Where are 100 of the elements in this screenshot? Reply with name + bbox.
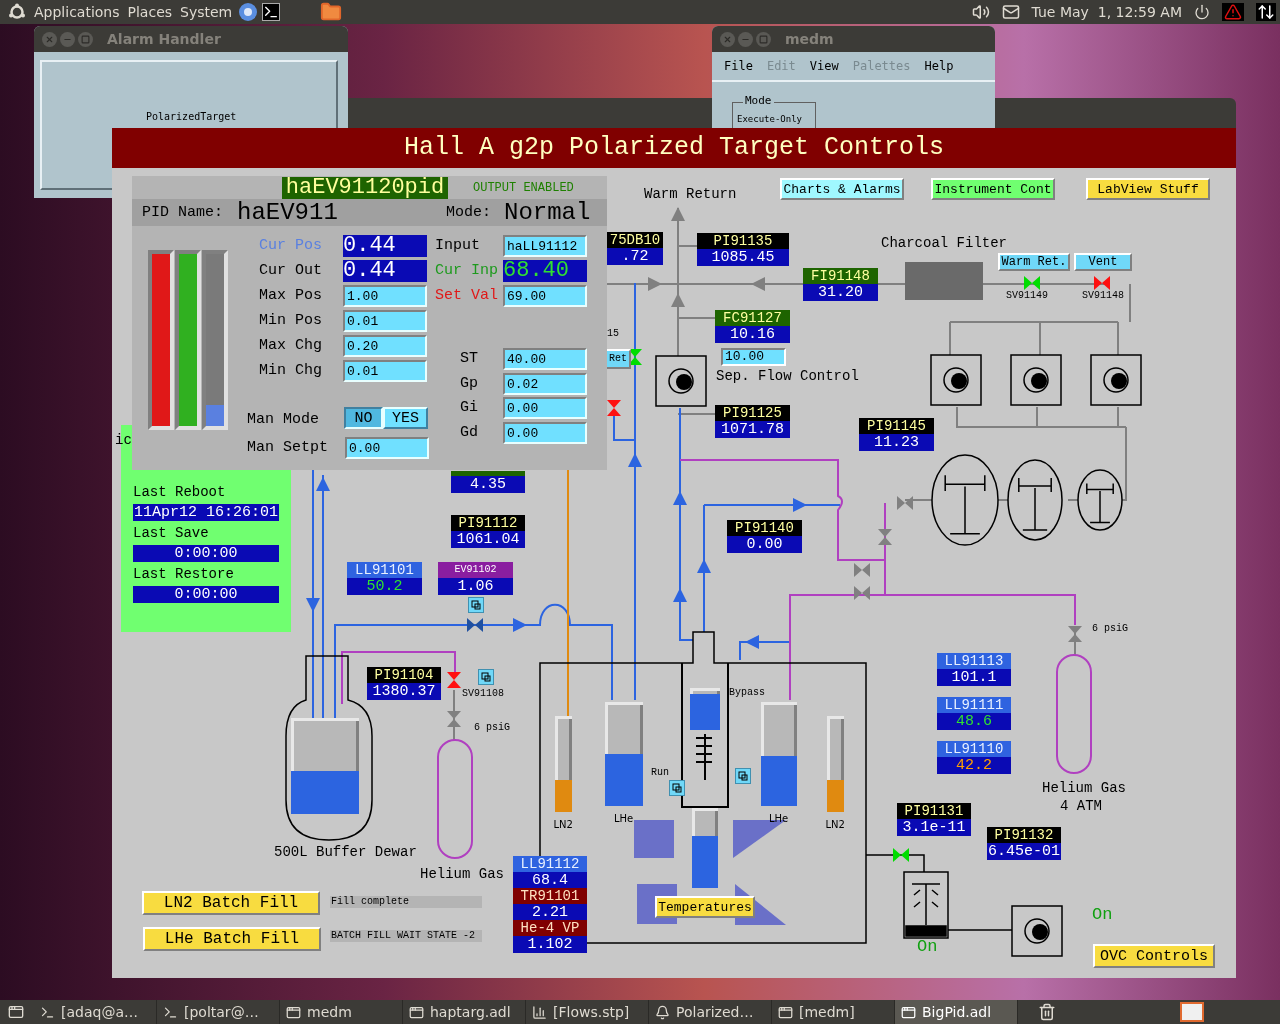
flow-arrow: [648, 277, 662, 291]
tag-label: PI91112: [451, 515, 525, 531]
bell-icon: [655, 1004, 670, 1020]
taskbar-button[interactable]: BigPid.adl: [895, 1000, 1018, 1024]
value-field[interactable]: 69.00: [503, 285, 587, 307]
mode-value: Normal: [504, 201, 591, 225]
toggle-icon[interactable]: [669, 780, 685, 796]
mail-icon[interactable]: [1001, 3, 1020, 21]
clock[interactable]: Tue May 1, 12:59 AM: [1031, 1, 1182, 23]
diagram-label: Bypass: [729, 688, 765, 698]
pid-name-label: PID Name:: [142, 205, 223, 220]
tag-label: LL91111: [937, 697, 1011, 713]
readout-value: 42.2: [937, 757, 1011, 774]
value-field[interactable]: 0.01: [343, 360, 427, 382]
value-field[interactable]: 0.20: [343, 335, 427, 357]
diagram-label: Charcoal Filter: [881, 236, 1008, 250]
panel-menu[interactable]: System: [180, 1, 233, 23]
action-button[interactable]: Vent: [1074, 253, 1132, 271]
mode-toggle-button[interactable]: NO: [344, 407, 383, 429]
action-button[interactable]: LN2 Batch Fill: [142, 891, 320, 915]
desktop-icon[interactable]: [8, 1004, 24, 1020]
nav-button[interactable]: Charts & Alarms: [780, 178, 904, 200]
taskbar-button[interactable]: [adaq@a…: [34, 1000, 157, 1024]
flow-setpoint-field[interactable]: 10.00: [721, 348, 786, 366]
terminal-icon[interactable]: [262, 3, 281, 21]
menu-item[interactable]: Help: [924, 57, 954, 75]
field-label: Max Chg: [259, 338, 322, 353]
readout-value: 1.102: [513, 936, 587, 953]
readout-value: 31.20: [803, 284, 878, 301]
flow-arrow: [697, 559, 711, 573]
browser-icon[interactable]: [238, 2, 259, 22]
pump-icon: [655, 355, 707, 407]
nav-button[interactable]: LabView Stuff: [1086, 178, 1210, 200]
taskbar-button[interactable]: [Flows.stp]: [526, 1000, 649, 1024]
tag-label: 75DB10: [607, 232, 663, 248]
value-field[interactable]: 1.00: [343, 285, 427, 307]
tag-label: LL91110: [937, 741, 1011, 757]
value-field[interactable]: haLL91112: [503, 235, 587, 257]
action-button[interactable]: Temperatures: [655, 896, 755, 918]
valve-icon: [897, 496, 913, 510]
flow-arrow: [751, 277, 765, 291]
window-icon: [409, 1004, 424, 1020]
taskbar-button[interactable]: medm: [280, 1000, 403, 1024]
valve-icon: [1068, 626, 1082, 642]
mode-toggle-button[interactable]: YES: [383, 407, 428, 429]
taskbar-button[interactable]: haptarg.adl: [403, 1000, 526, 1024]
mode-value: Execute-Only: [737, 115, 803, 124]
field-label: Gp: [460, 376, 478, 391]
action-button[interactable]: Warm Ret.: [998, 253, 1070, 271]
value-field[interactable]: 40.00: [503, 348, 587, 370]
taskbar-button[interactable]: Polarized…: [649, 1000, 772, 1024]
info-value: 0:00:00: [133, 545, 279, 562]
menu-item[interactable]: File: [724, 57, 753, 75]
alert-icon[interactable]: [1222, 3, 1244, 21]
toggle-icon[interactable]: [468, 597, 484, 613]
value-field[interactable]: 0.00: [503, 397, 587, 419]
taskbar-button[interactable]: [poltar@…: [157, 1000, 280, 1024]
value-field[interactable]: 0.01: [343, 310, 427, 332]
action-button[interactable]: Ret: [605, 349, 631, 369]
diagram-label: Helium Gas: [1042, 781, 1126, 795]
gauge-label: LHe: [769, 814, 789, 824]
turbo-pump-drawing: [903, 871, 949, 939]
power-icon[interactable]: [1194, 4, 1210, 20]
action-button[interactable]: LHe Batch Fill: [143, 927, 321, 951]
gauge-label: LHe: [614, 814, 634, 824]
value-field[interactable]: 0.00: [345, 437, 429, 459]
window-title: medm: [785, 29, 834, 49]
pump-icon: [1090, 354, 1142, 406]
toggle-icon[interactable]: [735, 768, 751, 784]
panel-menu[interactable]: Applications: [34, 1, 120, 23]
diagram-label: Helium Gas: [420, 867, 504, 881]
tag-label: FI91148: [803, 268, 878, 284]
menu-item[interactable]: View: [809, 57, 839, 75]
field-label: Man Setpt: [247, 440, 328, 455]
value-field[interactable]: 0.00: [503, 422, 587, 444]
info-label: Last Reboot: [133, 483, 227, 501]
nav-button[interactable]: Instrument Cont: [931, 178, 1055, 200]
workspace-icon[interactable]: [1180, 1002, 1204, 1022]
readback-value: 0.44: [343, 235, 427, 257]
status-label: On: [917, 938, 938, 955]
network-icon[interactable]: [1256, 3, 1276, 21]
readout-value: 6.45e-01: [987, 843, 1061, 860]
folder-icon[interactable]: [320, 1, 343, 23]
readout-value: 1061.04: [451, 531, 525, 548]
logo-icon[interactable]: [8, 3, 26, 21]
tag-label: He-4 VP: [513, 920, 587, 936]
pump-icon: [930, 354, 982, 406]
readout-value: 10.16: [715, 326, 790, 343]
value-field[interactable]: 0.02: [503, 373, 587, 395]
panel-menu[interactable]: Places: [127, 1, 173, 23]
toggle-icon[interactable]: [478, 669, 494, 685]
alarm-group-label: PolarizedTarget: [146, 112, 237, 122]
valve-icon: [878, 529, 892, 545]
diagram-label: SV91149: [1006, 291, 1048, 301]
readout-value: .72: [607, 248, 663, 265]
flow-arrow: [513, 618, 527, 632]
volume-icon[interactable]: [971, 3, 990, 21]
trash-icon[interactable]: [1038, 1003, 1056, 1021]
action-button[interactable]: OVC Controls: [1093, 944, 1215, 968]
field-label: Gd: [460, 425, 478, 440]
